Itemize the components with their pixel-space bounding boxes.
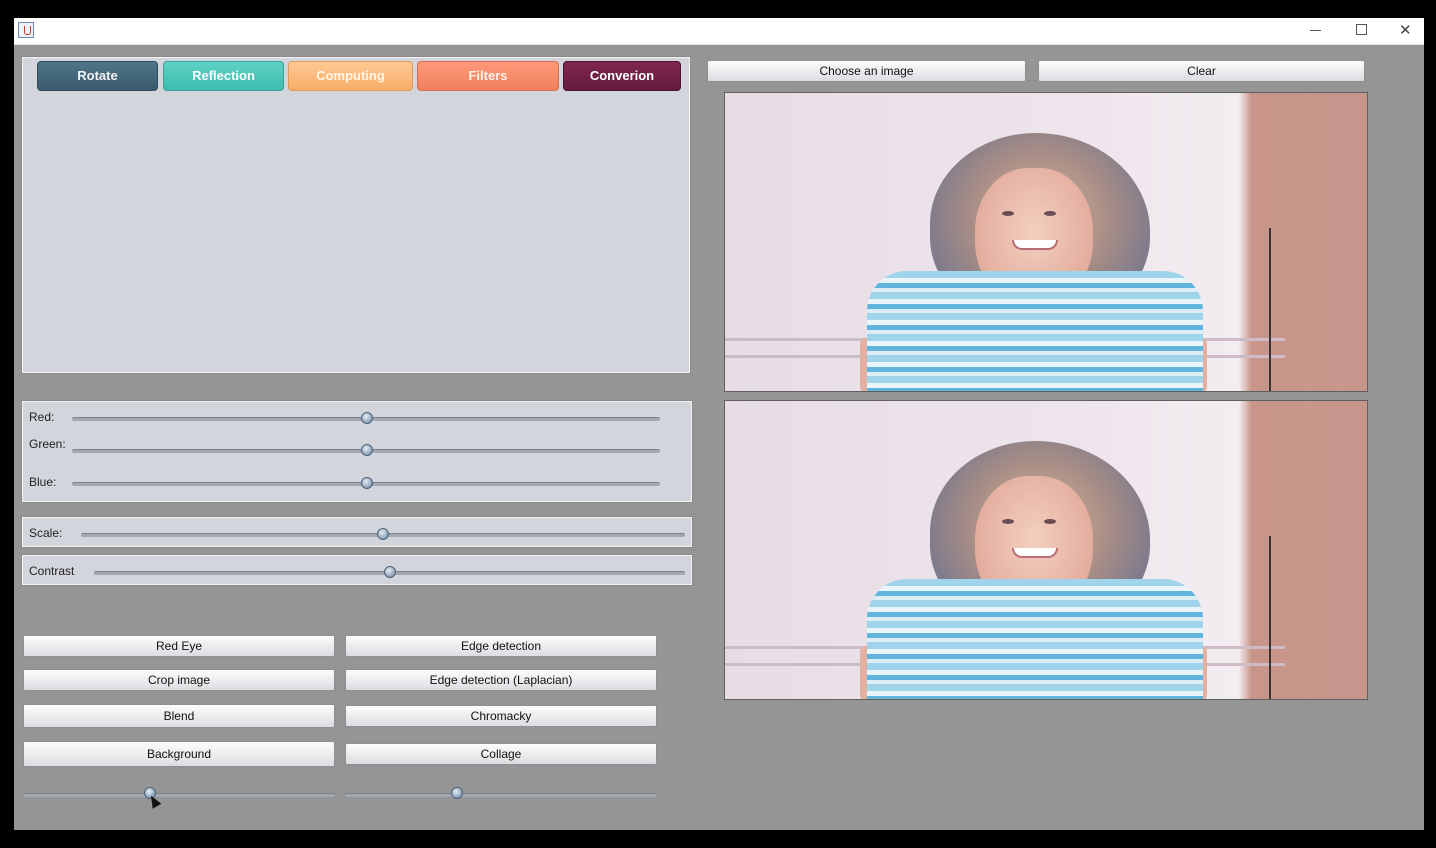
red-label: Red: bbox=[29, 410, 55, 424]
left-eye bbox=[1002, 211, 1014, 216]
app-window: ✕ Rotate Reflection Computing Filters Co… bbox=[14, 18, 1424, 830]
smile bbox=[1012, 548, 1058, 558]
collage-slider[interactable] bbox=[345, 793, 657, 797]
right-eye bbox=[1044, 519, 1056, 524]
close-button[interactable]: ✕ bbox=[1383, 18, 1429, 44]
maximize-icon bbox=[1356, 24, 1367, 35]
original-image bbox=[724, 92, 1368, 392]
java-app-icon bbox=[18, 22, 34, 38]
scale-slider-thumb[interactable] bbox=[377, 528, 389, 540]
scale-label: Scale: bbox=[29, 526, 63, 540]
tab-panel bbox=[21, 56, 691, 374]
striped-shirt bbox=[867, 579, 1203, 699]
scale-panel bbox=[21, 516, 693, 548]
maximize-button[interactable] bbox=[1338, 18, 1384, 44]
contrast-label: Contrast bbox=[29, 564, 75, 578]
green-slider-thumb[interactable] bbox=[361, 444, 373, 456]
tab-conversion[interactable]: Converion bbox=[563, 61, 681, 91]
door-edge bbox=[1269, 536, 1271, 699]
tab-reflection[interactable]: Reflection bbox=[163, 61, 284, 91]
smile bbox=[1012, 240, 1058, 250]
choose-image-button[interactable]: Choose an image bbox=[707, 60, 1026, 82]
title-bar: ✕ bbox=[14, 18, 1424, 45]
red-eye-button[interactable]: Red Eye bbox=[23, 635, 335, 657]
left-eye bbox=[1002, 519, 1014, 524]
clear-button[interactable]: Clear bbox=[1038, 60, 1365, 82]
minimize-icon bbox=[1310, 30, 1321, 31]
contrast-slider-thumb[interactable] bbox=[384, 566, 396, 578]
edge-laplacian-button[interactable]: Edge detection (Laplacian) bbox=[345, 669, 657, 691]
tab-computing[interactable]: Computing bbox=[288, 61, 413, 91]
contrast-panel bbox=[21, 554, 693, 586]
tab-rotate[interactable]: Rotate bbox=[37, 61, 158, 91]
blend-button[interactable]: Blend bbox=[23, 704, 335, 728]
minimize-button[interactable] bbox=[1292, 18, 1338, 44]
collage-button[interactable]: Collage bbox=[345, 743, 657, 765]
crop-image-button[interactable]: Crop image bbox=[23, 669, 335, 691]
collage-slider-thumb[interactable] bbox=[451, 787, 463, 799]
processed-image bbox=[724, 400, 1368, 700]
blue-label: Blue: bbox=[29, 475, 57, 489]
edge-detection-button[interactable]: Edge detection bbox=[345, 635, 657, 657]
blend-slider[interactable] bbox=[23, 793, 335, 797]
green-label: Green: bbox=[29, 437, 66, 451]
close-icon: ✕ bbox=[1399, 21, 1412, 39]
door-edge bbox=[1269, 228, 1271, 391]
red-slider-thumb[interactable] bbox=[361, 412, 373, 424]
right-eye bbox=[1044, 211, 1056, 216]
background-button[interactable]: Background bbox=[23, 741, 335, 767]
tab-filters[interactable]: Filters bbox=[417, 61, 559, 91]
chromacky-button[interactable]: Chromacky bbox=[345, 705, 657, 727]
striped-shirt bbox=[867, 271, 1203, 391]
blue-slider-thumb[interactable] bbox=[361, 477, 373, 489]
